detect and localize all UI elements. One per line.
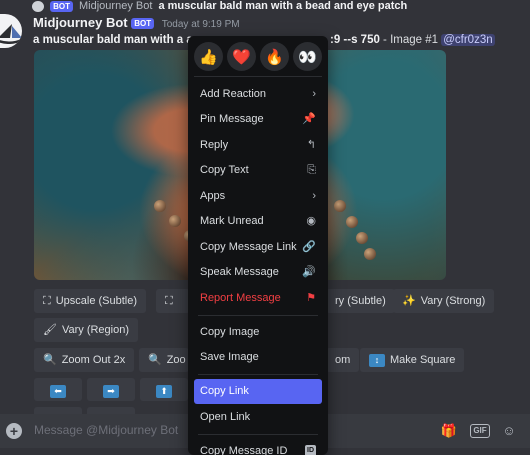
arrow-left-icon: ⬅ [50,385,66,399]
upscale-creative-button[interactable]: ⛶ [156,289,190,313]
menu-item-add-reaction[interactable]: Add Reaction › [194,82,322,107]
image-bead [364,248,376,260]
magnifier-icon: 🔍 [148,354,162,366]
prompt-text: a muscular bald man with a a [33,34,193,46]
menu-item-copy-text[interactable]: Copy Text ⎘ [194,158,322,183]
image-bead [346,216,358,228]
menu-item-copy-link[interactable]: Copy Link [194,379,322,404]
sticker-icon[interactable]: ☺ [500,422,518,440]
image-bead [334,200,346,212]
vary-subtle-button[interactable]: ry (Subtle) [326,289,395,313]
menu-item-copy-message-id[interactable]: Copy Message ID ID [194,439,322,455]
menu-item-copy-message-link[interactable]: Copy Message Link 🔗 [194,235,322,260]
pan-left-button[interactable]: ⬅ [34,378,82,401]
reply-bot-badge: BOT [50,0,73,12]
message-content: a muscular bald man with a a [33,34,193,46]
menu-item-copy-image[interactable]: Copy Image [194,320,322,345]
expand-arrows-icon: ↕ [369,353,385,367]
vary-strong-button[interactable]: ✨ Vary (Strong) [393,289,495,313]
params-text: :9 --s 750 [330,34,380,46]
expand-icon: ⛶ [165,295,173,307]
menu-item-mark-unread[interactable]: Mark Unread ◉ [194,209,322,234]
unread-icon: ◉ [306,215,316,227]
vary-region-button[interactable]: 🖌 Vary (Region) [34,318,139,342]
sparkles-icon: ✨ [402,295,416,307]
menu-item-report-message[interactable]: Report Message ⚑ [194,286,322,311]
magnifier-icon: 🔍 [43,354,57,366]
user-mention[interactable]: @cfr0z3n [441,34,495,46]
brush-icon: 🖌 [43,324,57,336]
menu-item-apps[interactable]: Apps › [194,184,322,209]
menu-item-reply[interactable]: Reply ↰ [194,133,322,158]
message-header: Midjourney Bot BOT Today at 9:19 PM [33,15,240,30]
plus-icon[interactable]: + [6,423,22,439]
arrow-right-icon: ➡ [103,385,119,399]
reply-icon: ↰ [306,138,316,151]
reply-preview[interactable]: BOT Midjourney Bot a muscular bald man w… [32,0,530,12]
image-bead [154,200,166,212]
menu-item-pin-message[interactable]: Pin Message 📌 [194,107,322,132]
reply-author[interactable]: Midjourney Bot [79,0,152,12]
fire-reaction-icon[interactable]: 🔥 [260,42,289,71]
bot-badge: BOT [131,18,155,30]
arrow-up-icon: ⬆ [156,385,172,399]
zoom-out-2x-button[interactable]: 🔍 Zoom Out 2x [34,348,135,372]
quick-reactions: 👍 ❤️ 🔥 👀 [194,42,322,77]
make-square-button[interactable]: ↕ Make Square [360,348,465,372]
heart-reaction-icon[interactable]: ❤️ [227,42,256,71]
menu-separator [198,433,318,435]
message-context-menu: 👍 ❤️ 🔥 👀 Add Reaction › Pin Message 📌 Re… [188,36,328,455]
thumbs-up-reaction-icon[interactable]: 👍 [194,42,223,71]
pan-up-button[interactable]: ⬆ [140,378,188,401]
message-input[interactable]: Message @Midjourney Bot [34,423,178,437]
flag-icon: ⚑ [306,291,316,304]
bot-avatar[interactable] [0,14,22,48]
image-bead [356,232,368,244]
message-content-tail: :9 --s 750 - Image #1 @cfr0z3n [330,34,495,46]
image-bead [169,215,181,227]
link-icon: 🔗 [302,240,316,253]
gif-button[interactable]: GIF [470,424,490,438]
menu-separator [198,374,318,375]
chevron-right-icon: › [312,189,316,202]
id-icon: ID [305,444,316,455]
expand-icon: ⛶ [43,295,51,307]
reply-avatar [32,0,44,12]
author-name[interactable]: Midjourney Bot [33,15,128,30]
menu-item-save-image[interactable]: Save Image [194,345,322,370]
zoom-out-15x-button[interactable]: 🔍 Zoo [139,348,189,372]
gift-icon[interactable]: 🎁 [440,422,458,440]
pan-right-button[interactable]: ➡ [87,378,135,401]
menu-item-speak-message[interactable]: Speak Message 🔊 [194,260,322,285]
menu-item-open-link[interactable]: Open Link [194,405,322,430]
speaker-icon: 🔊 [302,266,316,278]
message-timestamp[interactable]: Today at 9:19 PM [162,19,240,30]
upscale-subtle-button[interactable]: ⛶ Upscale (Subtle) [34,289,147,313]
reply-text[interactable]: a muscular bald man with a bead and eye … [158,0,407,12]
copy-icon: ⎘ [307,164,316,176]
pin-icon: 📌 [302,113,316,125]
custom-zoom-button[interactable]: om [326,348,360,372]
eyes-reaction-icon[interactable]: 👀 [293,42,322,71]
image-number-text: - Image #1 [379,34,442,46]
menu-separator [198,314,318,316]
chevron-right-icon: › [312,87,316,100]
